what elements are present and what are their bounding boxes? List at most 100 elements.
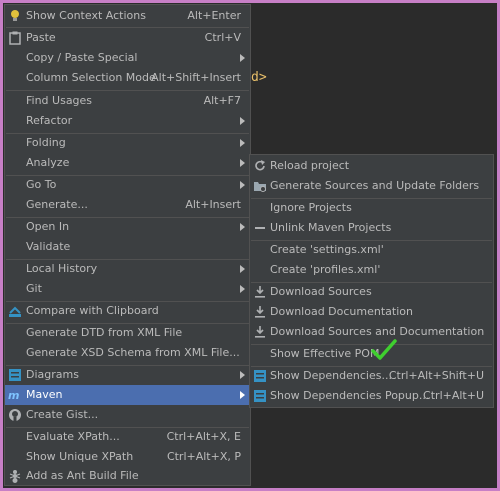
generate-folders-icon: [253, 179, 267, 193]
menu-item-shortcut: Alt+F7: [203, 94, 241, 107]
menu-item-label: Refactor: [26, 114, 73, 127]
menu-item-label: Download Sources: [270, 285, 372, 298]
menu-item-shortcut: Alt+Insert: [185, 198, 241, 211]
menu-item-paste[interactable]: Paste Ctrl+V: [5, 28, 250, 48]
menu-item-go-to[interactable]: Go To: [5, 175, 250, 195]
menu-item-show-effective-pom[interactable]: Show Effective POM: [250, 339, 493, 364]
compare-icon: [8, 304, 22, 318]
menu-item-label: Paste: [26, 31, 56, 44]
menu-item-label: Find Usages: [26, 94, 93, 107]
menu-item-generate[interactable]: Generate... Alt+Insert: [5, 195, 250, 215]
menu-item-label: Open In: [26, 220, 70, 233]
menu-item-label: Show Unique XPath: [26, 450, 134, 463]
menu-item-label: Validate: [26, 240, 71, 253]
menu-item-folding[interactable]: Folding: [5, 133, 250, 153]
menu-item-label: Unlink Maven Projects: [270, 221, 392, 234]
menu-item-label: Column Selection Mode: [26, 71, 156, 84]
menu-item-label: Evaluate XPath...: [26, 430, 120, 443]
submenu-arrow-icon: [240, 54, 245, 62]
menu-item-label: Download Sources and Documentation: [270, 325, 485, 338]
menu-item-reload-project[interactable]: Reload project: [250, 156, 493, 176]
menu-item-label: Generate XSD Schema from XML File...: [26, 346, 240, 359]
submenu-arrow-icon: [240, 139, 245, 147]
menu-item-show-dependencies[interactable]: Show Dependencies... Ctrl+Alt+Shift+U: [250, 366, 493, 386]
menu-item-find-usages[interactable]: Find Usages Alt+F7: [5, 91, 250, 111]
menu-item-evaluate-xpath[interactable]: Evaluate XPath... Ctrl+Alt+X, E: [5, 427, 250, 447]
menu-item-create-gist[interactable]: Create Gist...: [5, 405, 250, 425]
menu-item-label: Add as Ant Build File: [26, 469, 139, 482]
menu-item-label: Show Context Actions: [26, 9, 146, 22]
menu-item-generate-dtd[interactable]: Generate DTD from XML File: [5, 323, 250, 343]
menu-item-label: Create 'profiles.xml': [270, 263, 381, 276]
menu-item-local-history[interactable]: Local History: [5, 259, 250, 279]
menu-item-open-in[interactable]: Open In: [5, 217, 250, 237]
submenu-arrow-icon: [240, 285, 245, 293]
menu-item-analyze[interactable]: Analyze: [5, 153, 250, 173]
download-icon: [253, 325, 267, 339]
reload-icon: [253, 159, 267, 173]
menu-item-shortcut: Ctrl+Alt+X, E: [166, 430, 241, 443]
menu-item-shortcut: Ctrl+Alt+X, P: [166, 450, 241, 463]
menu-item-label: Generate Sources and Update Folders: [270, 179, 480, 192]
menu-item-refactor[interactable]: Refactor: [5, 111, 250, 131]
menu-item-label: Generate DTD from XML File: [26, 326, 183, 339]
maven-icon: m: [8, 388, 22, 402]
menu-item-git[interactable]: Git: [5, 279, 250, 299]
menu-item-column-selection-mode[interactable]: Column Selection Mode Alt+Shift+Insert: [5, 68, 250, 88]
ant-icon: [8, 469, 22, 483]
menu-item-label: Reload project: [270, 159, 350, 172]
lightbulb-icon: [8, 9, 22, 23]
menu-item-download-documentation[interactable]: Download Documentation: [250, 302, 493, 322]
editor-code-fragment: d>: [251, 70, 267, 85]
menu-item-label: Ignore Projects: [270, 201, 352, 214]
menu-item-shortcut: Alt+Enter: [187, 9, 241, 22]
submenu-arrow-icon: [240, 223, 245, 231]
menu-item-compare-with-clipboard[interactable]: Compare with Clipboard: [5, 301, 250, 321]
menu-item-label: Show Effective POM: [270, 347, 380, 360]
menu-item-label: Generate...: [26, 198, 88, 211]
menu-item-shortcut: Ctrl+Alt+U: [423, 389, 484, 402]
dependencies-icon: [253, 389, 267, 403]
menu-item-unlink-maven-projects[interactable]: Unlink Maven Projects: [250, 218, 493, 238]
submenu-arrow-icon: [240, 371, 245, 379]
menu-item-diagrams[interactable]: Diagrams: [5, 365, 250, 385]
menu-item-show-unique-xpath[interactable]: Show Unique XPath Ctrl+Alt+X, P: [5, 447, 250, 467]
menu-item-generate-xsd[interactable]: Generate XSD Schema from XML File...: [5, 343, 250, 363]
context-menu: Show Context Actions Alt+Enter Paste Ctr…: [4, 4, 251, 486]
download-icon: [253, 285, 267, 299]
menu-item-generate-sources[interactable]: Generate Sources and Update Folders: [250, 176, 493, 196]
menu-item-label: Folding: [26, 136, 66, 149]
menu-item-create-profiles-xml[interactable]: Create 'profiles.xml': [250, 260, 493, 280]
dependencies-icon: [253, 369, 267, 383]
menu-item-label: Compare with Clipboard: [26, 304, 159, 317]
menu-item-label: Git: [26, 282, 42, 295]
menu-item-label: Create 'settings.xml': [270, 243, 384, 256]
menu-item-ignore-projects[interactable]: Ignore Projects: [250, 198, 493, 218]
svg-text:m: m: [8, 389, 19, 402]
menu-item-show-context-actions[interactable]: Show Context Actions Alt+Enter: [5, 6, 250, 26]
submenu-arrow-icon: [240, 159, 245, 167]
download-icon: [253, 305, 267, 319]
menu-item-download-sources[interactable]: Download Sources: [250, 282, 493, 302]
menu-item-label: Show Dependencies Popup...: [270, 389, 430, 402]
clipboard-icon: [8, 31, 22, 45]
maven-submenu: Reload project Generate Sources and Upda…: [249, 154, 494, 408]
menu-item-label: Download Documentation: [270, 305, 413, 318]
menu-item-show-dependencies-popup[interactable]: Show Dependencies Popup... Ctrl+Alt+U: [250, 386, 493, 406]
submenu-arrow-icon: [240, 391, 245, 399]
menu-item-label: Go To: [26, 178, 57, 191]
submenu-arrow-icon: [240, 117, 245, 125]
menu-item-copy-paste-special[interactable]: Copy / Paste Special: [5, 48, 250, 68]
menu-item-label: Local History: [26, 262, 98, 275]
menu-item-validate[interactable]: Validate: [5, 237, 250, 257]
submenu-arrow-icon: [240, 265, 245, 273]
diagram-icon: [8, 368, 22, 382]
menu-item-maven[interactable]: m Maven: [5, 385, 250, 405]
menu-item-shortcut: Ctrl+Alt+Shift+U: [388, 369, 484, 382]
menu-item-label: Create Gist...: [26, 408, 99, 421]
menu-item-add-as-ant-build-file[interactable]: Add as Ant Build File: [5, 466, 250, 486]
menu-item-shortcut: Ctrl+V: [204, 31, 241, 44]
menu-item-create-settings-xml[interactable]: Create 'settings.xml': [250, 240, 493, 260]
checkmark-icon: [370, 338, 398, 365]
menu-item-label: Copy / Paste Special: [26, 51, 138, 64]
